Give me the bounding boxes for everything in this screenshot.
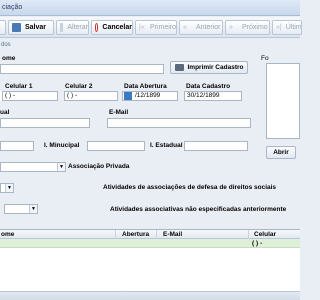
cnpj-input[interactable] [0, 141, 34, 151]
next-button[interactable]: » Próximo [225, 20, 270, 35]
next-record-icon: » [229, 24, 233, 31]
chevron-down-icon: ▼ [29, 205, 37, 213]
previous-button[interactable]: «Anterior [179, 20, 223, 35]
atividade-secundaria-label: Atividades associativas não especificada… [110, 206, 287, 213]
chevron-down-icon: ▼ [57, 163, 65, 171]
celular1-label: Celular 1 [5, 83, 33, 90]
photo-box [266, 63, 300, 139]
records-table: ome Abertura E-Mail Celular ( ) - [0, 229, 300, 291]
inscricao-municipal-input[interactable] [87, 141, 145, 151]
edit-button[interactable]: Alterar [56, 20, 89, 35]
cell-celular: ( ) - [252, 240, 263, 247]
nome-input[interactable] [0, 64, 164, 74]
email-input[interactable] [107, 118, 251, 128]
cancel-button[interactable]: Cancelar [91, 20, 133, 35]
ual-input[interactable] [0, 118, 90, 128]
print-record-button[interactable]: Imprimir Cadastro [170, 61, 248, 74]
status-bar [0, 291, 300, 300]
data-cadastro-label: Data Cadastro [186, 83, 231, 90]
toolbar: Salvar Alterar Cancelar |« Primeiro «Ante… [0, 17, 302, 38]
first-button[interactable]: |« Primeiro [135, 20, 177, 35]
atividade-secundaria-select[interactable]: ▼ [4, 204, 38, 214]
inscricao-estadual-label: I. Estadual [150, 142, 183, 149]
atividade-principal-select[interactable]: ▼ [0, 183, 14, 193]
window-title: ciação [2, 4, 23, 11]
floppy-disk-icon [12, 23, 21, 32]
previous-record-icon: « [183, 24, 187, 31]
tab-dados[interactable]: dos [0, 40, 40, 51]
last-button[interactable]: »| Últim [272, 20, 302, 35]
inscricao-municipal-label: I. Minucipal [44, 142, 80, 149]
data-cadastro-input[interactable]: 30/12/1899 [184, 91, 242, 101]
column-header-abertura[interactable]: Abertura [122, 231, 149, 238]
celular2-input[interactable]: ( ) - [64, 91, 118, 101]
column-header-nome[interactable]: ome [1, 231, 14, 238]
atividade-principal-label: Atividades de associações de defesa de d… [103, 184, 277, 191]
column-header-email[interactable]: E-Mail [163, 231, 182, 238]
associacao-privada-label: Associação Privada [68, 163, 130, 170]
column-header-celular[interactable]: Celular [254, 231, 276, 238]
save-button[interactable]: Salvar [8, 20, 54, 35]
email-label: E-Mail [109, 109, 129, 116]
celular2-label: Celular 2 [65, 83, 93, 90]
form-panel [0, 51, 300, 229]
last-record-icon: »| [276, 24, 282, 31]
printer-icon [174, 64, 184, 71]
natureza-juridica-select[interactable]: ▼ [0, 162, 66, 172]
nome-label: ome [2, 55, 16, 62]
spacer [0, 91, 2, 101]
celular1-input[interactable]: ( ) - [2, 91, 58, 101]
previous-toolbar-button[interactable] [0, 20, 6, 35]
open-photo-button[interactable]: Abrir [266, 146, 296, 159]
table-row[interactable]: ( ) - [0, 239, 300, 248]
chevron-down-icon: ▼ [5, 184, 13, 192]
title-bar: ciação [0, 0, 300, 16]
data-abertura-label: Data Abertura [124, 83, 167, 90]
table-header: ome Abertura E-Mail Celular [0, 230, 300, 239]
ual-label: ual [0, 109, 10, 116]
pencil-icon [60, 23, 64, 32]
first-record-icon: |« [139, 24, 145, 31]
data-abertura-input[interactable]: /12/1899 [122, 91, 178, 101]
inscricao-estadual-input[interactable] [184, 141, 248, 151]
photo-label: Fo [261, 55, 269, 62]
calendar-icon [124, 92, 132, 100]
cancel-icon [95, 23, 99, 32]
